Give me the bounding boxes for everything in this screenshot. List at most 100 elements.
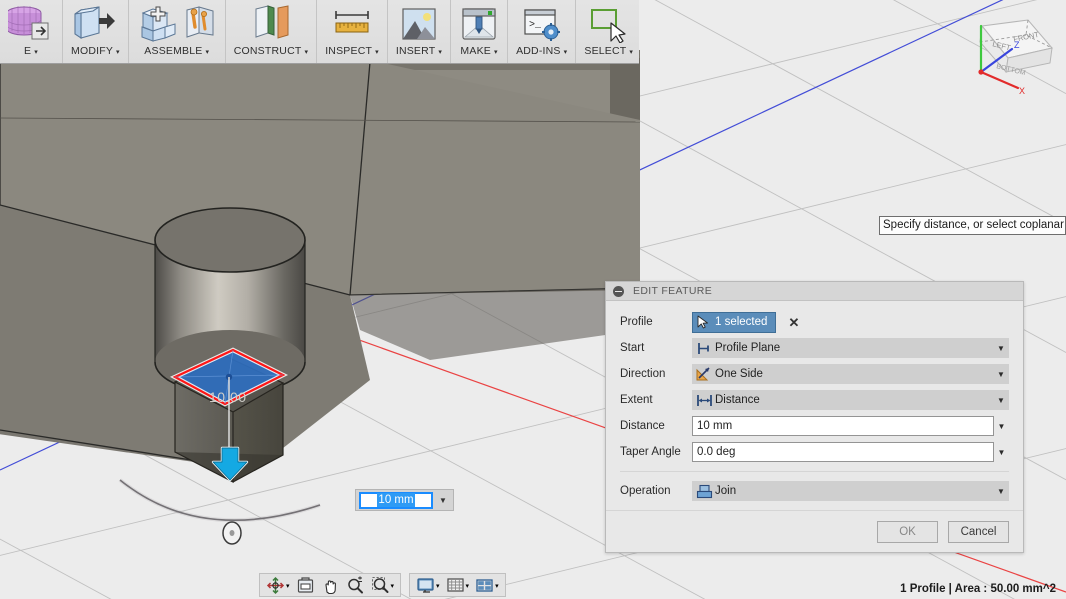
ribbon-label-select: SELECT ▾ <box>584 45 633 57</box>
label-extent: Extent <box>620 394 692 406</box>
axis-label-z: Z <box>1014 40 1020 50</box>
chevron-down-icon[interactable]: ▾ <box>466 583 470 590</box>
label-distance: Distance <box>620 420 692 432</box>
ribbon-label-insert: INSERT ▾ <box>396 45 442 57</box>
row-operation: Operation Join ▼ <box>620 478 1009 504</box>
chevron-down-icon[interactable]: ▼ <box>994 396 1008 405</box>
command-prompt-tooltip: Specify distance, or select coplanar pr <box>879 216 1066 235</box>
svg-text:>_: >_ <box>529 20 542 31</box>
ribbon-panel-insert[interactable]: INSERT ▾ <box>388 0 451 63</box>
chevron-down-icon: ▾ <box>375 49 379 56</box>
select-icon <box>587 4 631 44</box>
ribbon-panel-addins[interactable]: >_ ADD-INS ▾ <box>508 0 576 63</box>
viewports-button[interactable]: ▾ <box>472 574 502 596</box>
navigation-bar[interactable]: ▾ <box>259 573 506 597</box>
extent-value: Distance <box>715 394 994 406</box>
distance-value: 10 mm <box>697 420 993 432</box>
chevron-down-icon: ▾ <box>494 49 498 56</box>
assemble-text: ASSEMBLE <box>144 45 202 57</box>
chevron-down-icon[interactable]: ▼ <box>439 496 447 505</box>
ribbon-panel-inspect[interactable]: INSPECT ▾ <box>317 0 388 63</box>
ribbon-panel-create[interactable]: E ▾ <box>0 0 63 63</box>
join-operation-icon <box>693 484 715 499</box>
taper-angle-input[interactable]: 0.0 deg <box>692 442 994 462</box>
assemble-icon <box>137 4 217 44</box>
taper-angle-value: 0.0 deg <box>697 446 993 458</box>
construct-text: CONSTRUCT <box>234 45 302 57</box>
look-at-button[interactable] <box>293 574 318 596</box>
dialog-divider <box>620 471 1009 472</box>
canvas-distance-field[interactable]: 10 mm <box>359 492 433 509</box>
distance-extent-icon <box>693 394 715 407</box>
cursor-arrow-icon <box>697 315 710 329</box>
make-icon <box>459 4 499 44</box>
start-dropdown[interactable]: Profile Plane ▼ <box>692 338 1009 358</box>
chevron-down-icon[interactable]: ▼ <box>994 422 1009 431</box>
select-text: SELECT <box>584 45 626 57</box>
row-taper-angle: Taper Angle 0.0 deg ▼ <box>620 439 1009 465</box>
ribbon-panel-modify[interactable]: MODIFY ▾ <box>63 0 129 63</box>
row-profile: Profile 1 selected ✕ <box>620 309 1009 335</box>
solid-body <box>0 50 640 470</box>
start-value: Profile Plane <box>715 342 994 354</box>
chevron-down-icon: ▾ <box>564 49 568 56</box>
label-operation: Operation <box>620 485 692 497</box>
viewports-icon <box>475 576 494 595</box>
ribbon-panel-make[interactable]: MAKE ▾ <box>451 0 508 63</box>
ribbon-panel-select[interactable]: SELECT ▾ <box>576 0 641 63</box>
cancel-button[interactable]: Cancel <box>948 521 1009 543</box>
dialog-title-bar[interactable]: EDIT FEATURE <box>606 282 1023 301</box>
zoom-button[interactable] <box>343 574 368 596</box>
edit-feature-dialog[interactable]: EDIT FEATURE Profile 1 selected ✕ Start <box>605 281 1024 553</box>
chevron-down-icon[interactable]: ▼ <box>994 448 1009 457</box>
construct-icon <box>248 4 294 44</box>
ribbon-label-assemble: ASSEMBLE ▾ <box>144 45 209 57</box>
ok-button[interactable]: OK <box>877 521 938 543</box>
grid-snaps-button[interactable]: ▾ <box>443 574 473 596</box>
make-text: MAKE <box>460 45 491 57</box>
create-icon <box>8 4 54 44</box>
nav-group-display[interactable]: ▾ ▾ ▾ <box>409 573 506 597</box>
insert-text: INSERT <box>396 45 436 57</box>
display-settings-button[interactable]: ▾ <box>413 574 443 596</box>
ribbon-panel-assemble[interactable]: ASSEMBLE ▾ <box>129 0 226 63</box>
look-at-icon <box>296 576 315 595</box>
distance-input[interactable]: 10 mm <box>692 416 994 436</box>
direction-dropdown[interactable]: One Side ▼ <box>692 364 1009 384</box>
ribbon-label-construct: CONSTRUCT ▾ <box>234 45 308 57</box>
chevron-down-icon[interactable]: ▾ <box>495 583 499 590</box>
chevron-down-icon[interactable]: ▾ <box>436 583 440 590</box>
orbit-button[interactable]: ▾ <box>263 574 293 596</box>
dialog-footer: OK Cancel <box>606 510 1023 552</box>
ribbon-label-create: E ▾ <box>24 45 38 57</box>
chevron-down-icon[interactable]: ▾ <box>286 583 290 590</box>
ribbon-label-inspect: INSPECT ▾ <box>325 45 379 57</box>
ribbon-toolbar[interactable]: E ▾ MODIFY ▾ <box>0 0 639 64</box>
nav-group-navigation[interactable]: ▾ <box>259 573 401 597</box>
display-settings-icon <box>416 576 435 595</box>
zoom-window-button[interactable]: ▾ <box>368 574 398 596</box>
chevron-down-icon: ▾ <box>304 49 308 56</box>
operation-dropdown[interactable]: Join ▼ <box>692 481 1009 501</box>
label-profile: Profile <box>620 316 692 328</box>
chevron-down-icon[interactable]: ▾ <box>391 583 395 590</box>
canvas-distance-value: 10 mm <box>377 493 414 507</box>
clear-selection-icon[interactable]: ✕ <box>788 316 799 329</box>
extent-dropdown[interactable]: Distance ▼ <box>692 390 1009 410</box>
inspect-text: INSPECT <box>325 45 372 57</box>
row-direction: Direction One Side ▼ <box>620 361 1009 387</box>
collapse-icon[interactable] <box>613 286 624 297</box>
chevron-down-icon[interactable]: ▼ <box>994 487 1008 496</box>
chevron-down-icon[interactable]: ▼ <box>994 370 1008 379</box>
addins-icon: >_ <box>520 4 564 44</box>
inspect-icon <box>330 4 374 44</box>
canvas-distance-input[interactable]: 10 mm ▼ <box>355 489 454 511</box>
ribbon-panel-construct[interactable]: CONSTRUCT ▾ <box>226 0 317 63</box>
pan-button[interactable] <box>318 574 343 596</box>
ribbon-label-make: MAKE ▾ <box>460 45 497 57</box>
chevron-down-icon[interactable]: ▼ <box>994 344 1008 353</box>
orbit-icon <box>266 576 285 595</box>
pan-icon <box>321 576 340 595</box>
profile-selection-button[interactable]: 1 selected <box>692 312 776 333</box>
view-cube[interactable]: LEFT FRONT BOTTOM X Z Y <box>956 2 1060 102</box>
